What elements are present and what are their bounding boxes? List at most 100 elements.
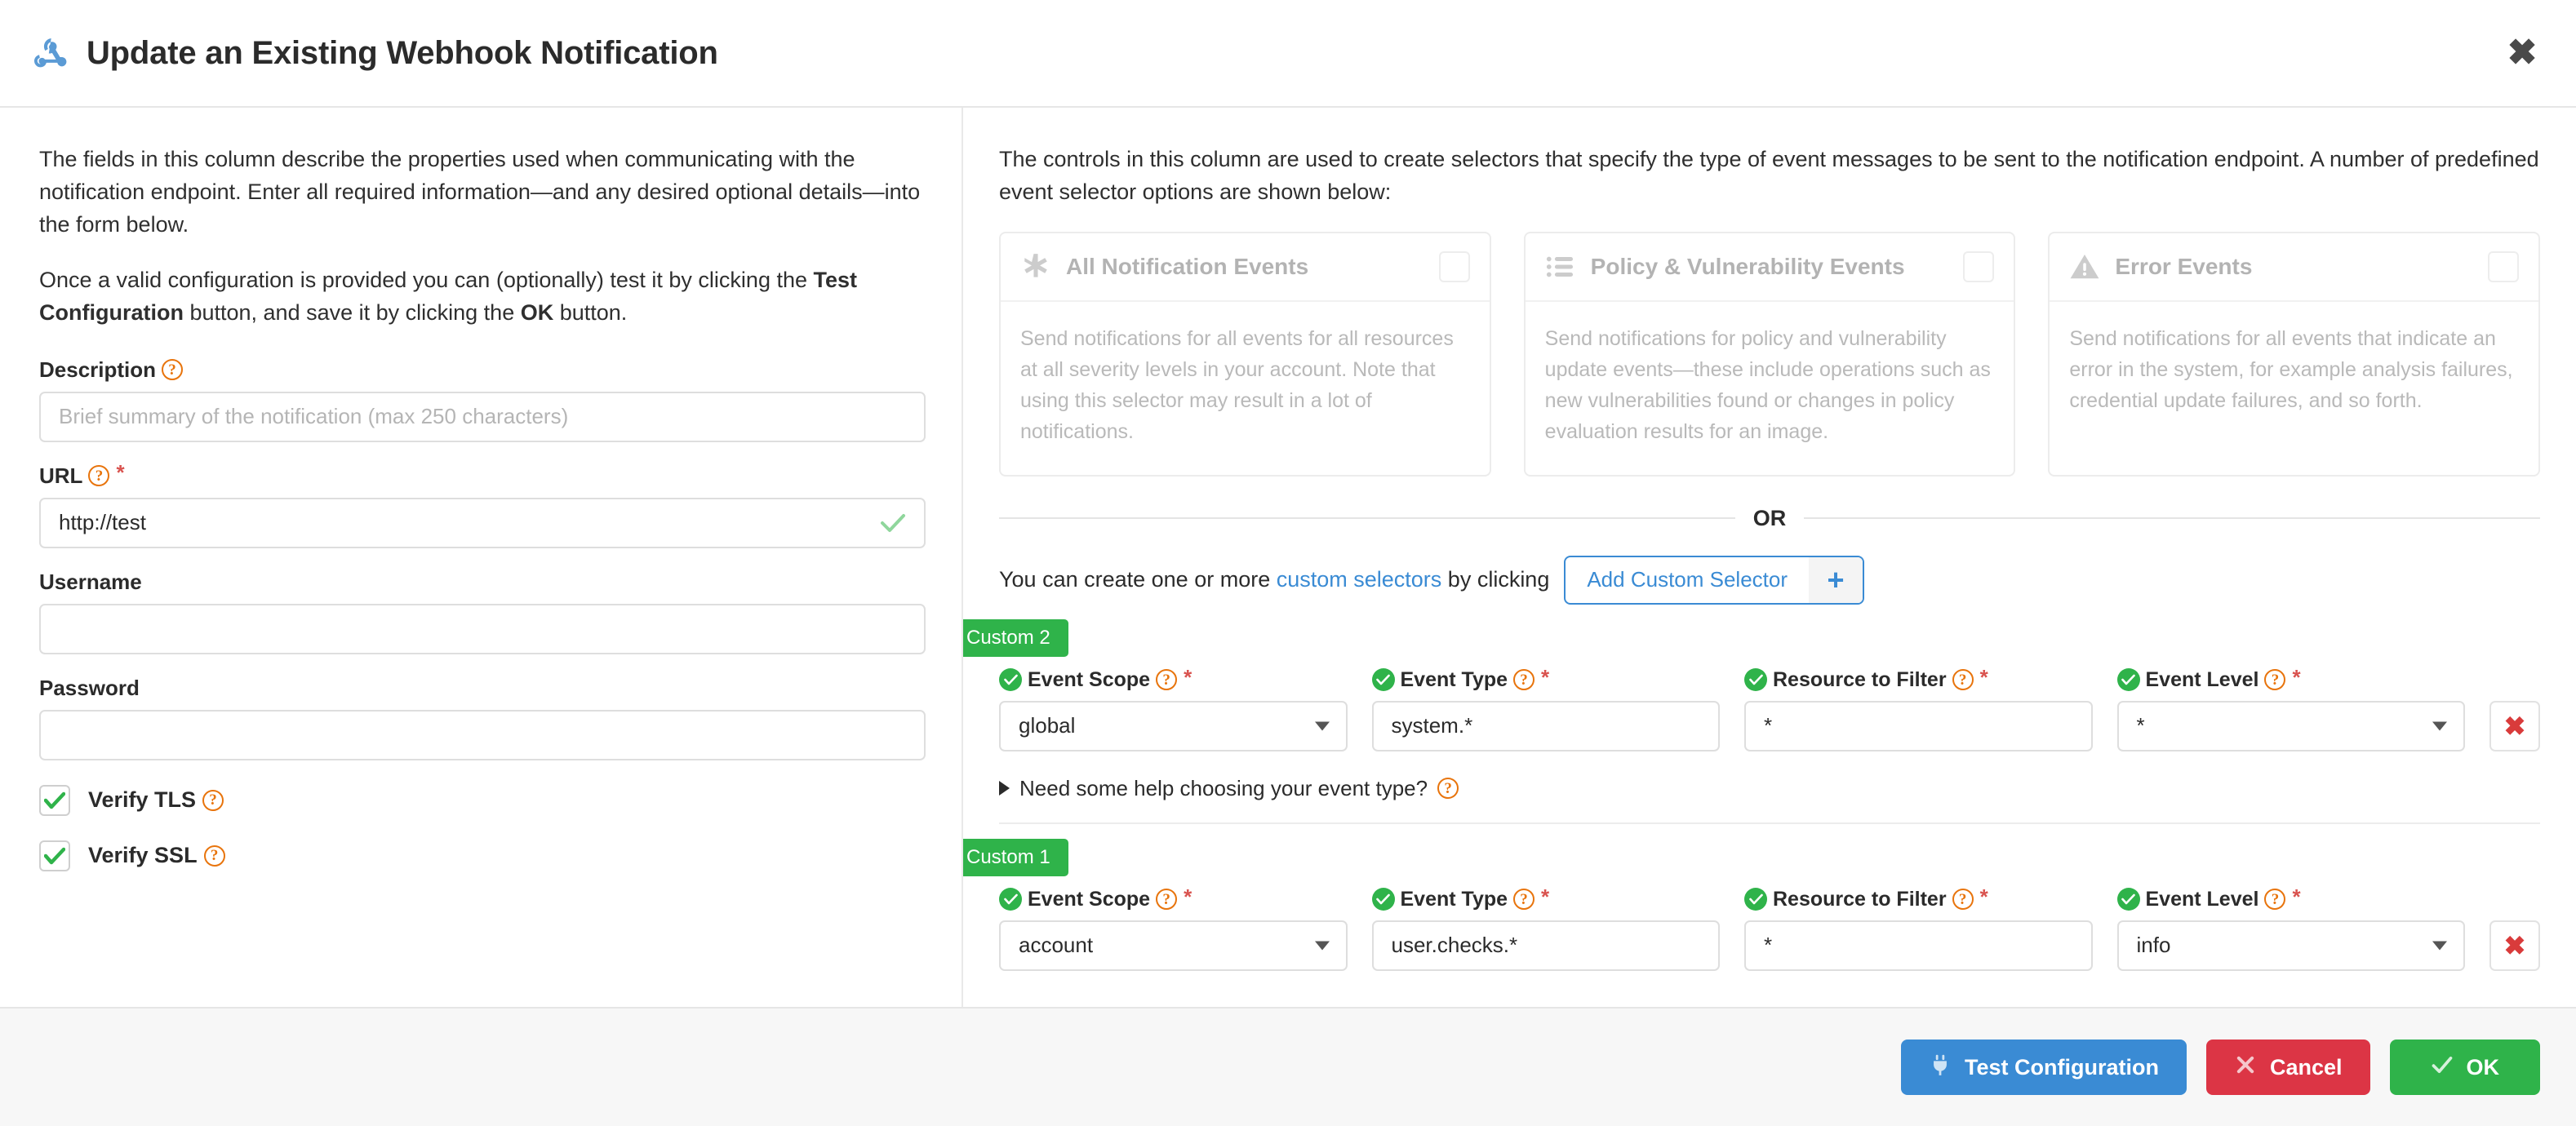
url-input[interactable]	[39, 497, 926, 548]
valid-badge-icon	[1744, 888, 1767, 911]
verify-ssl-row[interactable]: Verify SSL ?	[39, 840, 926, 871]
help-icon[interactable]: ?	[2264, 889, 2286, 911]
verify-ssl-label: Verify SSL ?	[88, 843, 225, 868]
custom-selector-block-2: Custom 2 Event Scope ? * global Event Ty…	[963, 618, 2540, 824]
delete-selector-button[interactable]: ✖	[2489, 920, 2540, 971]
event-scope-select[interactable]: account	[999, 920, 1348, 971]
resource-to-filter-field: Resource to Filter ? * *	[1744, 664, 2093, 751]
description-input[interactable]	[39, 391, 926, 442]
card-checkbox[interactable]	[1438, 250, 1470, 282]
card-checkbox[interactable]	[1963, 250, 1995, 282]
event-scope-value: account	[1019, 933, 1094, 958]
username-label-text: Username	[39, 569, 142, 594]
card-body: Send notifications for policy and vulner…	[1544, 326, 1991, 443]
plus-icon[interactable]: +	[1809, 556, 1863, 603]
event-type-label: Event Type ? *	[1371, 664, 1721, 692]
selector-fields-row: Event Scope ? * account Event Type ? * u…	[999, 884, 2540, 971]
cancel-label: Cancel	[2269, 1054, 2343, 1079]
left-intro-paragraph-2: Once a valid configuration is provided y…	[39, 264, 926, 330]
username-input-wrap	[39, 603, 926, 654]
help-icon[interactable]: ?	[162, 359, 184, 381]
event-type-value: system.*	[1391, 713, 1473, 738]
intro2-part-e: button.	[553, 299, 628, 325]
intro2-part-a: Once a valid configuration is provided y…	[39, 267, 814, 292]
help-icon[interactable]: ?	[1513, 669, 1535, 691]
resource-to-filter-input[interactable]: *	[1744, 700, 2093, 751]
help-icon[interactable]: ?	[1513, 889, 1535, 911]
verify-tls-label-text: Verify TLS	[88, 787, 197, 813]
help-icon[interactable]: ?	[202, 789, 224, 811]
modal-footer: Test Configuration Cancel OK	[0, 1007, 2576, 1126]
help-icon[interactable]: ?	[1437, 778, 1459, 800]
card-header: Policy & Vulnerability Events	[1525, 233, 2014, 302]
checkmark-icon	[44, 791, 65, 809]
help-icon[interactable]: ?	[1156, 669, 1178, 691]
help-icon[interactable]: ?	[203, 844, 225, 867]
warning-triangle-icon	[2069, 251, 2100, 282]
password-input[interactable]	[39, 709, 926, 760]
event-type-help-toggle[interactable]: Need some help choosing your event type?…	[999, 776, 2540, 824]
username-label: Username	[39, 570, 926, 595]
event-type-value: user.checks.*	[1391, 933, 1518, 958]
event-scope-select[interactable]: global	[999, 700, 1348, 751]
cancel-button[interactable]: Cancel	[2205, 1040, 2370, 1095]
selector-ribbon-label: Custom 1	[963, 838, 1068, 876]
event-scope-value: global	[1019, 713, 1076, 738]
card-error-events[interactable]: Error Events Send notifications for all …	[2048, 231, 2541, 477]
help-icon[interactable]: ?	[2264, 669, 2286, 691]
event-level-select[interactable]: info	[2116, 920, 2465, 971]
close-icon[interactable]: ✖	[2504, 35, 2540, 71]
required-asterisk: *	[2292, 664, 2301, 689]
help-icon[interactable]: ?	[88, 465, 110, 487]
help-icon[interactable]: ?	[1952, 669, 1974, 691]
add-custom-selector-button[interactable]: Add Custom Selector +	[1564, 555, 1865, 605]
add-text-after: by clicking	[1441, 567, 1550, 592]
required-asterisk: *	[1979, 664, 1988, 689]
event-level-select[interactable]: *	[2116, 700, 2465, 751]
event-level-value: info	[2136, 933, 2171, 958]
event-type-input[interactable]: system.*	[1371, 700, 1720, 751]
delete-selector-button[interactable]: ✖	[2489, 700, 2540, 751]
add-custom-selector-label: Add Custom Selector	[1587, 567, 1788, 592]
card-body: Send notifications for all events for al…	[1020, 326, 1454, 443]
custom-selectors-link[interactable]: custom selectors	[1277, 567, 1442, 592]
event-type-field: Event Type ? * user.checks.*	[1371, 884, 1720, 971]
ok-button[interactable]: OK	[2389, 1040, 2540, 1095]
valid-badge-icon	[2116, 668, 2140, 692]
chevron-down-icon	[2432, 941, 2447, 951]
description-field-group: Description ?	[39, 357, 926, 442]
resource-to-filter-value: *	[1764, 713, 1773, 738]
password-field-group: Password	[39, 676, 926, 760]
chevron-down-icon	[2432, 721, 2447, 731]
verify-tls-checkbox[interactable]	[39, 784, 70, 816]
help-icon[interactable]: ?	[1952, 889, 1974, 911]
resource-to-filter-value: *	[1764, 933, 1773, 958]
ribbon-wrap: Custom 1	[963, 838, 2540, 876]
password-input-wrap	[39, 709, 926, 760]
valid-badge-icon	[1371, 888, 1395, 911]
chevron-down-icon	[1314, 721, 1330, 731]
verify-tls-row[interactable]: Verify TLS ?	[39, 784, 926, 816]
test-configuration-button[interactable]: Test Configuration	[1900, 1040, 2187, 1095]
card-all-notification-events[interactable]: All Notification Events Send notificatio…	[999, 231, 1491, 477]
username-input[interactable]	[39, 603, 926, 654]
event-scope-label: Event Scope ? *	[999, 667, 1348, 692]
card-title: All Notification Events	[1066, 253, 1309, 279]
url-input-wrap	[39, 497, 926, 548]
selector-ribbon-label: Custom 2	[963, 618, 1068, 657]
help-icon[interactable]: ?	[1156, 889, 1178, 911]
verify-ssl-label-text: Verify SSL	[88, 843, 198, 868]
card-policy-vulnerability-events[interactable]: Policy & Vulnerability Events Send notif…	[1523, 231, 2016, 477]
header-left: Update an Existing Webhook Notification	[34, 35, 718, 72]
required-asterisk: *	[1541, 664, 1550, 689]
event-scope-field: Event Scope ? * account	[999, 884, 1348, 971]
resource-to-filter-label: Resource to Filter ? *	[1744, 886, 2093, 911]
card-checkbox[interactable]	[2488, 250, 2520, 282]
page-title: Update an Existing Webhook Notification	[87, 34, 718, 71]
event-scope-label-text: Event Scope	[1028, 887, 1151, 911]
verify-ssl-checkbox[interactable]	[39, 840, 70, 871]
required-asterisk: *	[1184, 884, 1193, 909]
required-asterisk: *	[1541, 884, 1550, 909]
event-type-input[interactable]: user.checks.*	[1371, 920, 1720, 971]
resource-to-filter-input[interactable]: *	[1744, 920, 2093, 971]
